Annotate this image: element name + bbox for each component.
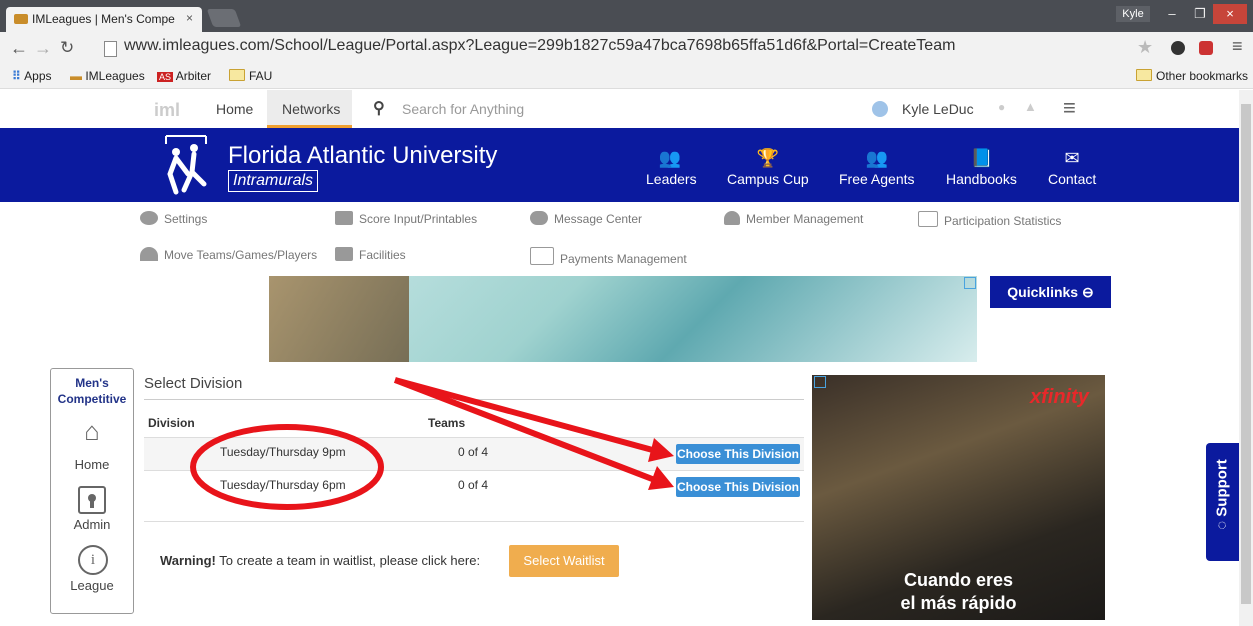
annotation-overlay xyxy=(190,377,674,510)
annotation-arrow xyxy=(393,377,662,485)
annotation-arrow xyxy=(394,377,661,455)
annotation-arrowhead xyxy=(648,438,674,462)
annotation-circle xyxy=(190,424,384,510)
